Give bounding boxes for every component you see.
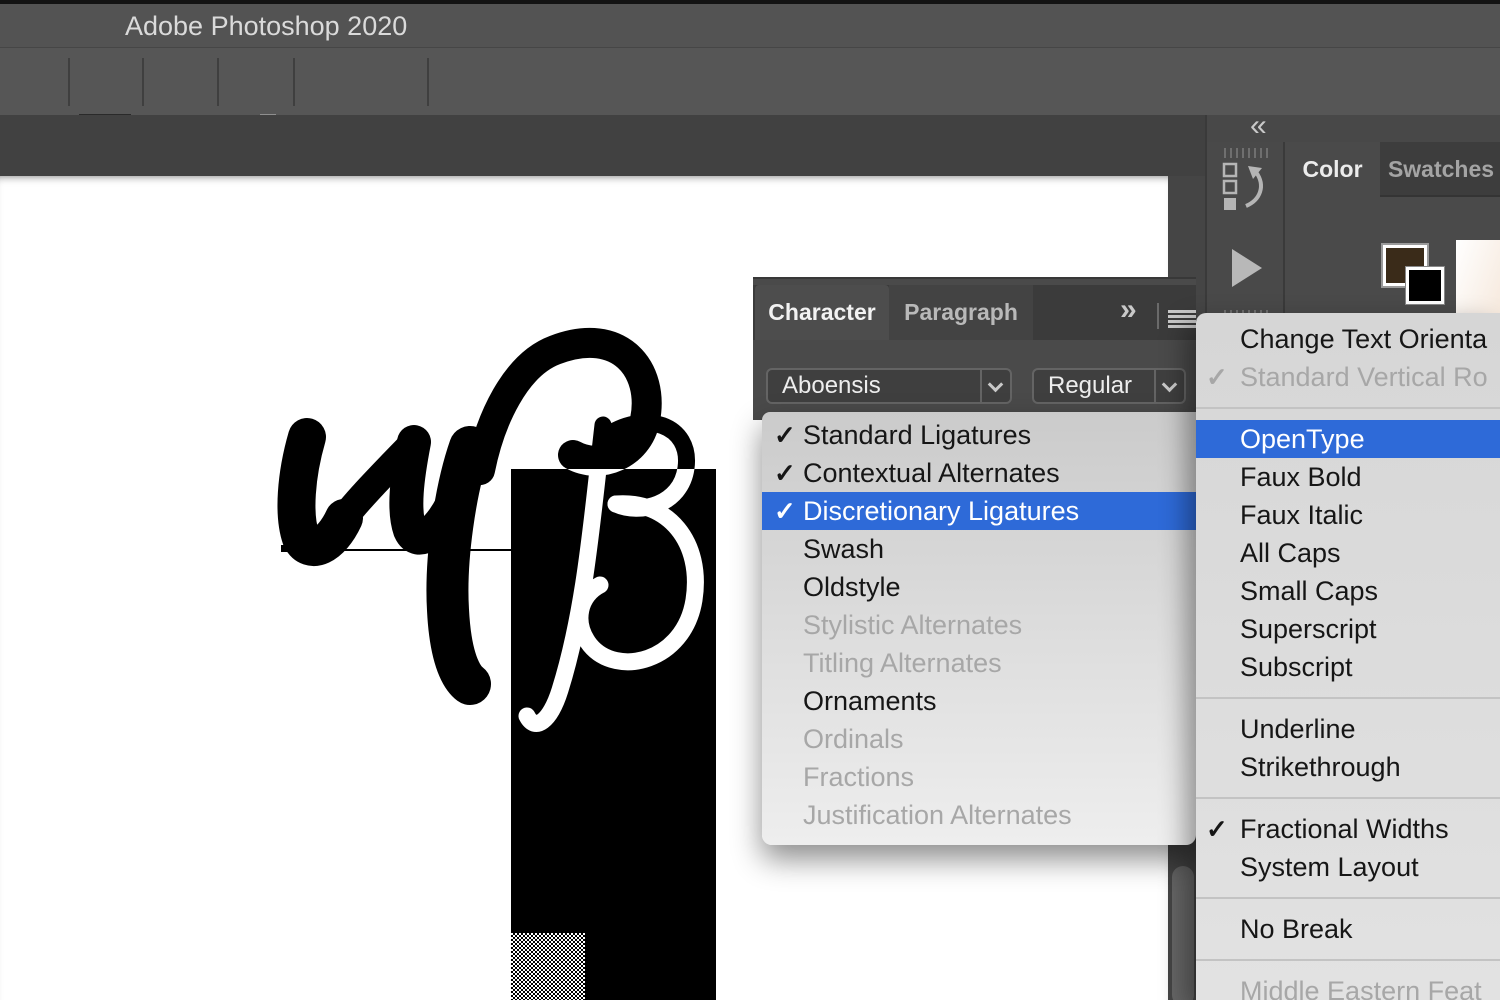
font-family-select[interactable]: Aboensis — [766, 368, 1012, 404]
opentype-submenu: ✓ Standard Ligatures ✓ Contextual Altern… — [762, 412, 1196, 845]
toolbar-divider — [142, 58, 144, 106]
toolbar-divider — [68, 58, 70, 106]
menu-item-faux-italic[interactable]: Faux Italic — [1196, 496, 1500, 534]
font-style-value: Regular — [1048, 370, 1132, 402]
check-icon: ✓ — [1206, 810, 1228, 848]
font-style-select[interactable]: Regular — [1032, 368, 1186, 404]
panel-expand-icon[interactable]: » — [1120, 293, 1134, 327]
character-panel-menu: Change Text Orienta ✓ Standard Vertical … — [1196, 313, 1500, 1000]
menu-item-change-text-orientation[interactable]: Change Text Orienta — [1196, 320, 1500, 358]
menu-item-all-caps[interactable]: All Caps — [1196, 534, 1500, 572]
menu-item-discretionary-ligatures[interactable]: ✓ Discretionary Ligatures — [762, 492, 1196, 530]
character-panel-tabstrip: Character Paragraph » — [753, 285, 1196, 340]
menu-separator — [1196, 407, 1500, 409]
transparency-checker — [511, 933, 585, 1000]
tab-swatches[interactable]: Swatches — [1380, 142, 1500, 197]
check-icon: ✓ — [774, 416, 796, 454]
menu-item-superscript[interactable]: Superscript — [1196, 610, 1500, 648]
calligraphy-artwork — [270, 280, 730, 880]
text-baseline — [283, 549, 511, 551]
check-icon: ✓ — [774, 454, 796, 492]
menu-item-contextual-alternates[interactable]: ✓ Contextual Alternates — [762, 454, 1196, 492]
panel-menu-icon[interactable] — [1168, 310, 1196, 328]
snapshot-action-icon[interactable] — [1222, 162, 1272, 214]
tab-color[interactable]: Color — [1285, 142, 1380, 197]
menu-item-standard-vertical-roman: ✓ Standard Vertical Ro — [1196, 358, 1500, 396]
check-icon: ✓ — [1206, 358, 1228, 396]
menu-item-oldstyle[interactable]: Oldstyle — [762, 568, 1196, 606]
options-bar: T 3D — [0, 48, 1500, 115]
menu-item-standard-ligatures[interactable]: ✓ Standard Ligatures — [762, 416, 1196, 454]
menu-item-small-caps[interactable]: Small Caps — [1196, 572, 1500, 610]
panel-divider — [1157, 303, 1159, 329]
chevron-down-icon — [988, 377, 1004, 393]
menu-item-fractional-widths[interactable]: ✓ Fractional Widths — [1196, 810, 1500, 848]
menu-separator — [1196, 897, 1500, 899]
menu-item-justification-alternates: Justification Alternates — [762, 796, 1196, 834]
menu-item-underline[interactable]: Underline — [1196, 710, 1500, 748]
title-bar[interactable]: Adobe Photoshop 2020 — [0, 4, 1500, 48]
menu-separator — [1196, 797, 1500, 799]
dock-header: « — [1207, 115, 1500, 142]
menu-item-system-layout[interactable]: System Layout — [1196, 848, 1500, 886]
canvas-header-strip — [0, 115, 1205, 176]
menu-item-no-break[interactable]: No Break — [1196, 910, 1500, 948]
menu-separator — [1196, 697, 1500, 699]
menu-item-fractions: Fractions — [762, 758, 1196, 796]
toolbar-divider — [217, 58, 219, 106]
play-action-icon[interactable] — [1232, 249, 1262, 287]
dropdown-chevron-box[interactable] — [1154, 370, 1184, 402]
menu-item-opentype[interactable]: OpenType — [1196, 420, 1500, 458]
menu-separator — [1196, 959, 1500, 961]
character-panel: Character Paragraph » Aboensis Regular — [753, 277, 1196, 420]
chevron-down-icon — [1162, 377, 1178, 393]
vertical-scrollbar-thumb[interactable] — [1172, 866, 1194, 1000]
menu-item-stylistic-alternates: Stylistic Alternates — [762, 606, 1196, 644]
toolbar-divider — [427, 58, 429, 106]
tab-character[interactable]: Character — [755, 285, 889, 340]
baseline-anchor-point[interactable] — [281, 545, 288, 552]
toolbar-divider — [293, 58, 295, 106]
menu-item-swash[interactable]: Swash — [762, 530, 1196, 568]
menu-item-ordinals: Ordinals — [762, 720, 1196, 758]
menu-item-strikethrough[interactable]: Strikethrough — [1196, 748, 1500, 786]
window-title: Adobe Photoshop 2020 — [125, 4, 407, 48]
font-family-value: Aboensis — [782, 370, 881, 402]
menu-item-ornaments[interactable]: Ornaments — [762, 682, 1196, 720]
menu-item-faux-bold[interactable]: Faux Bold — [1196, 458, 1500, 496]
menu-item-titling-alternates: Titling Alternates — [762, 644, 1196, 682]
menu-item-middle-eastern-features: Middle Eastern Feat — [1196, 972, 1500, 1000]
panel-grip-dots[interactable] — [1224, 148, 1268, 158]
menu-item-subscript[interactable]: Subscript — [1196, 648, 1500, 686]
collapse-panels-icon[interactable]: « — [1250, 109, 1265, 143]
photoshop-window: Adobe Photoshop 2020 T — [0, 0, 1500, 1000]
background-color-swatch[interactable] — [1406, 267, 1444, 304]
check-icon: ✓ — [774, 492, 796, 530]
tab-paragraph[interactable]: Paragraph — [889, 285, 1033, 340]
dropdown-chevron-box[interactable] — [980, 370, 1010, 402]
